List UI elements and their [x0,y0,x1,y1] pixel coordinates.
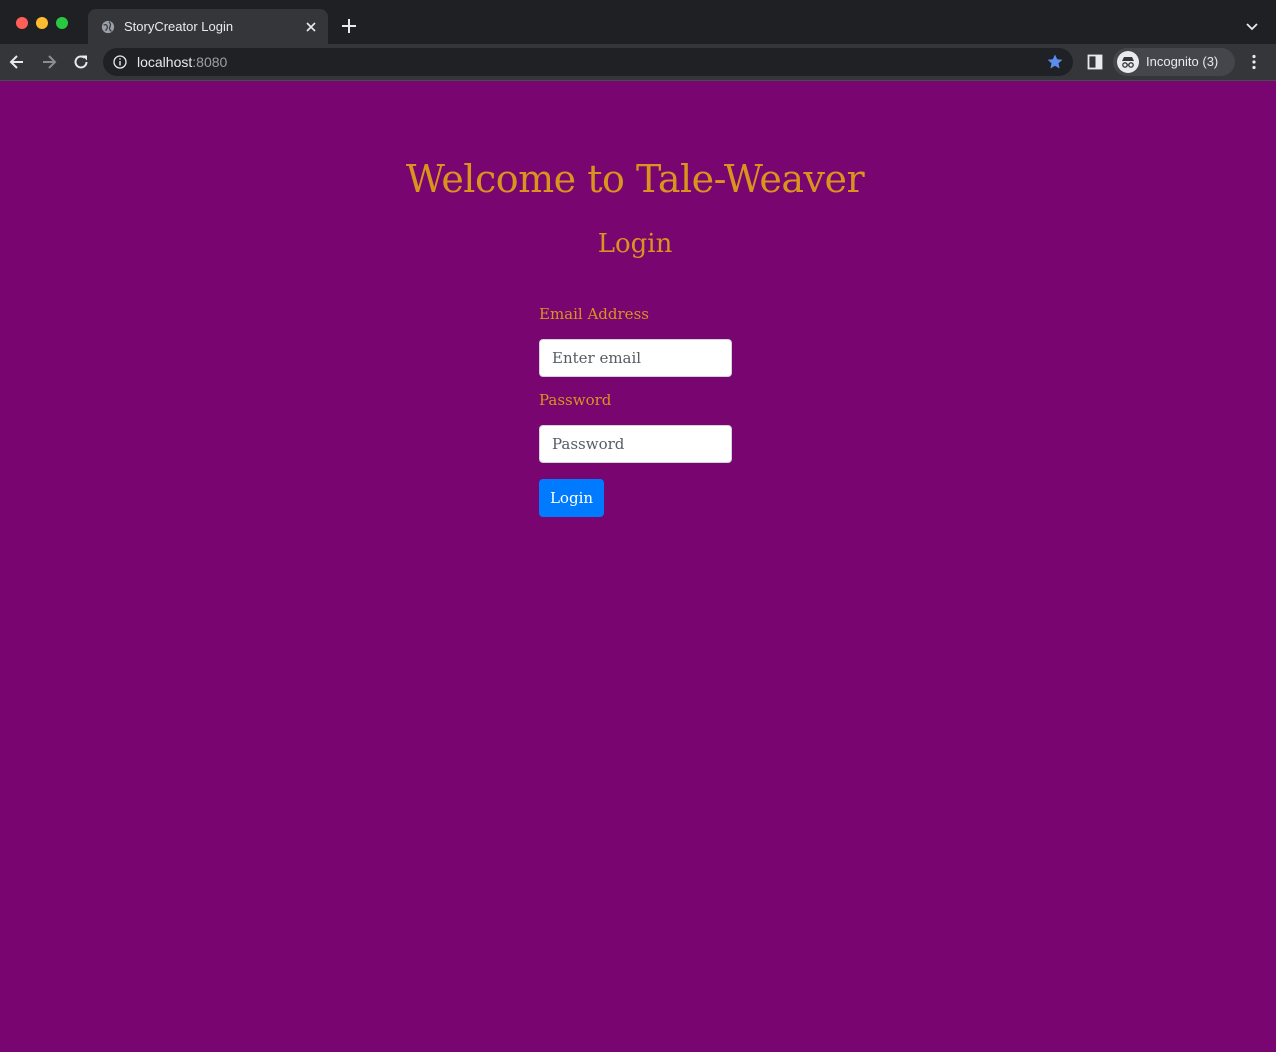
page-title: Welcome to Tale-Weaver [405,157,865,201]
forward-arrow-icon[interactable] [39,52,59,72]
chevron-down-icon[interactable] [1244,18,1260,34]
back-arrow-icon[interactable] [7,52,27,72]
page-content: Welcome to Tale-Weaver Login Email Addre… [0,81,1276,1052]
new-tab-icon[interactable] [340,17,358,35]
info-icon[interactable] [113,55,127,69]
url-port: :8080 [192,54,228,70]
browser-window: StoryCreator Login localhost:8080 Incogn… [0,0,1276,1052]
password-field[interactable] [539,425,732,463]
incognito-icon [1117,51,1139,73]
minimize-window-button[interactable] [36,17,48,29]
globe-icon [101,20,115,34]
tab-strip: StoryCreator Login [0,0,1276,44]
email-field[interactable] [539,339,732,377]
maximize-window-button[interactable] [56,17,68,29]
close-tab-icon[interactable] [303,19,319,35]
kebab-menu-icon[interactable] [1244,52,1264,72]
login-button[interactable]: Login [539,479,604,517]
side-panel-icon[interactable] [1085,52,1105,72]
tab-title: StoryCreator Login [124,19,234,34]
page-subtitle: Login [597,229,673,259]
star-icon[interactable] [1046,53,1064,71]
url-host: localhost [137,54,193,70]
address-bar[interactable]: localhost:8080 [103,48,1073,76]
close-window-button[interactable] [16,17,28,29]
reload-icon[interactable] [71,52,91,72]
password-label: Password [539,391,612,409]
url-text: localhost:8080 [137,54,227,70]
browser-toolbar: localhost:8080 Incognito (3) [0,44,1276,81]
profile-label: Incognito (3) [1146,54,1219,69]
incognito-profile-button[interactable]: Incognito (3) [1113,48,1235,76]
active-tab[interactable]: StoryCreator Login [88,9,328,44]
email-label: Email Address [539,305,649,323]
